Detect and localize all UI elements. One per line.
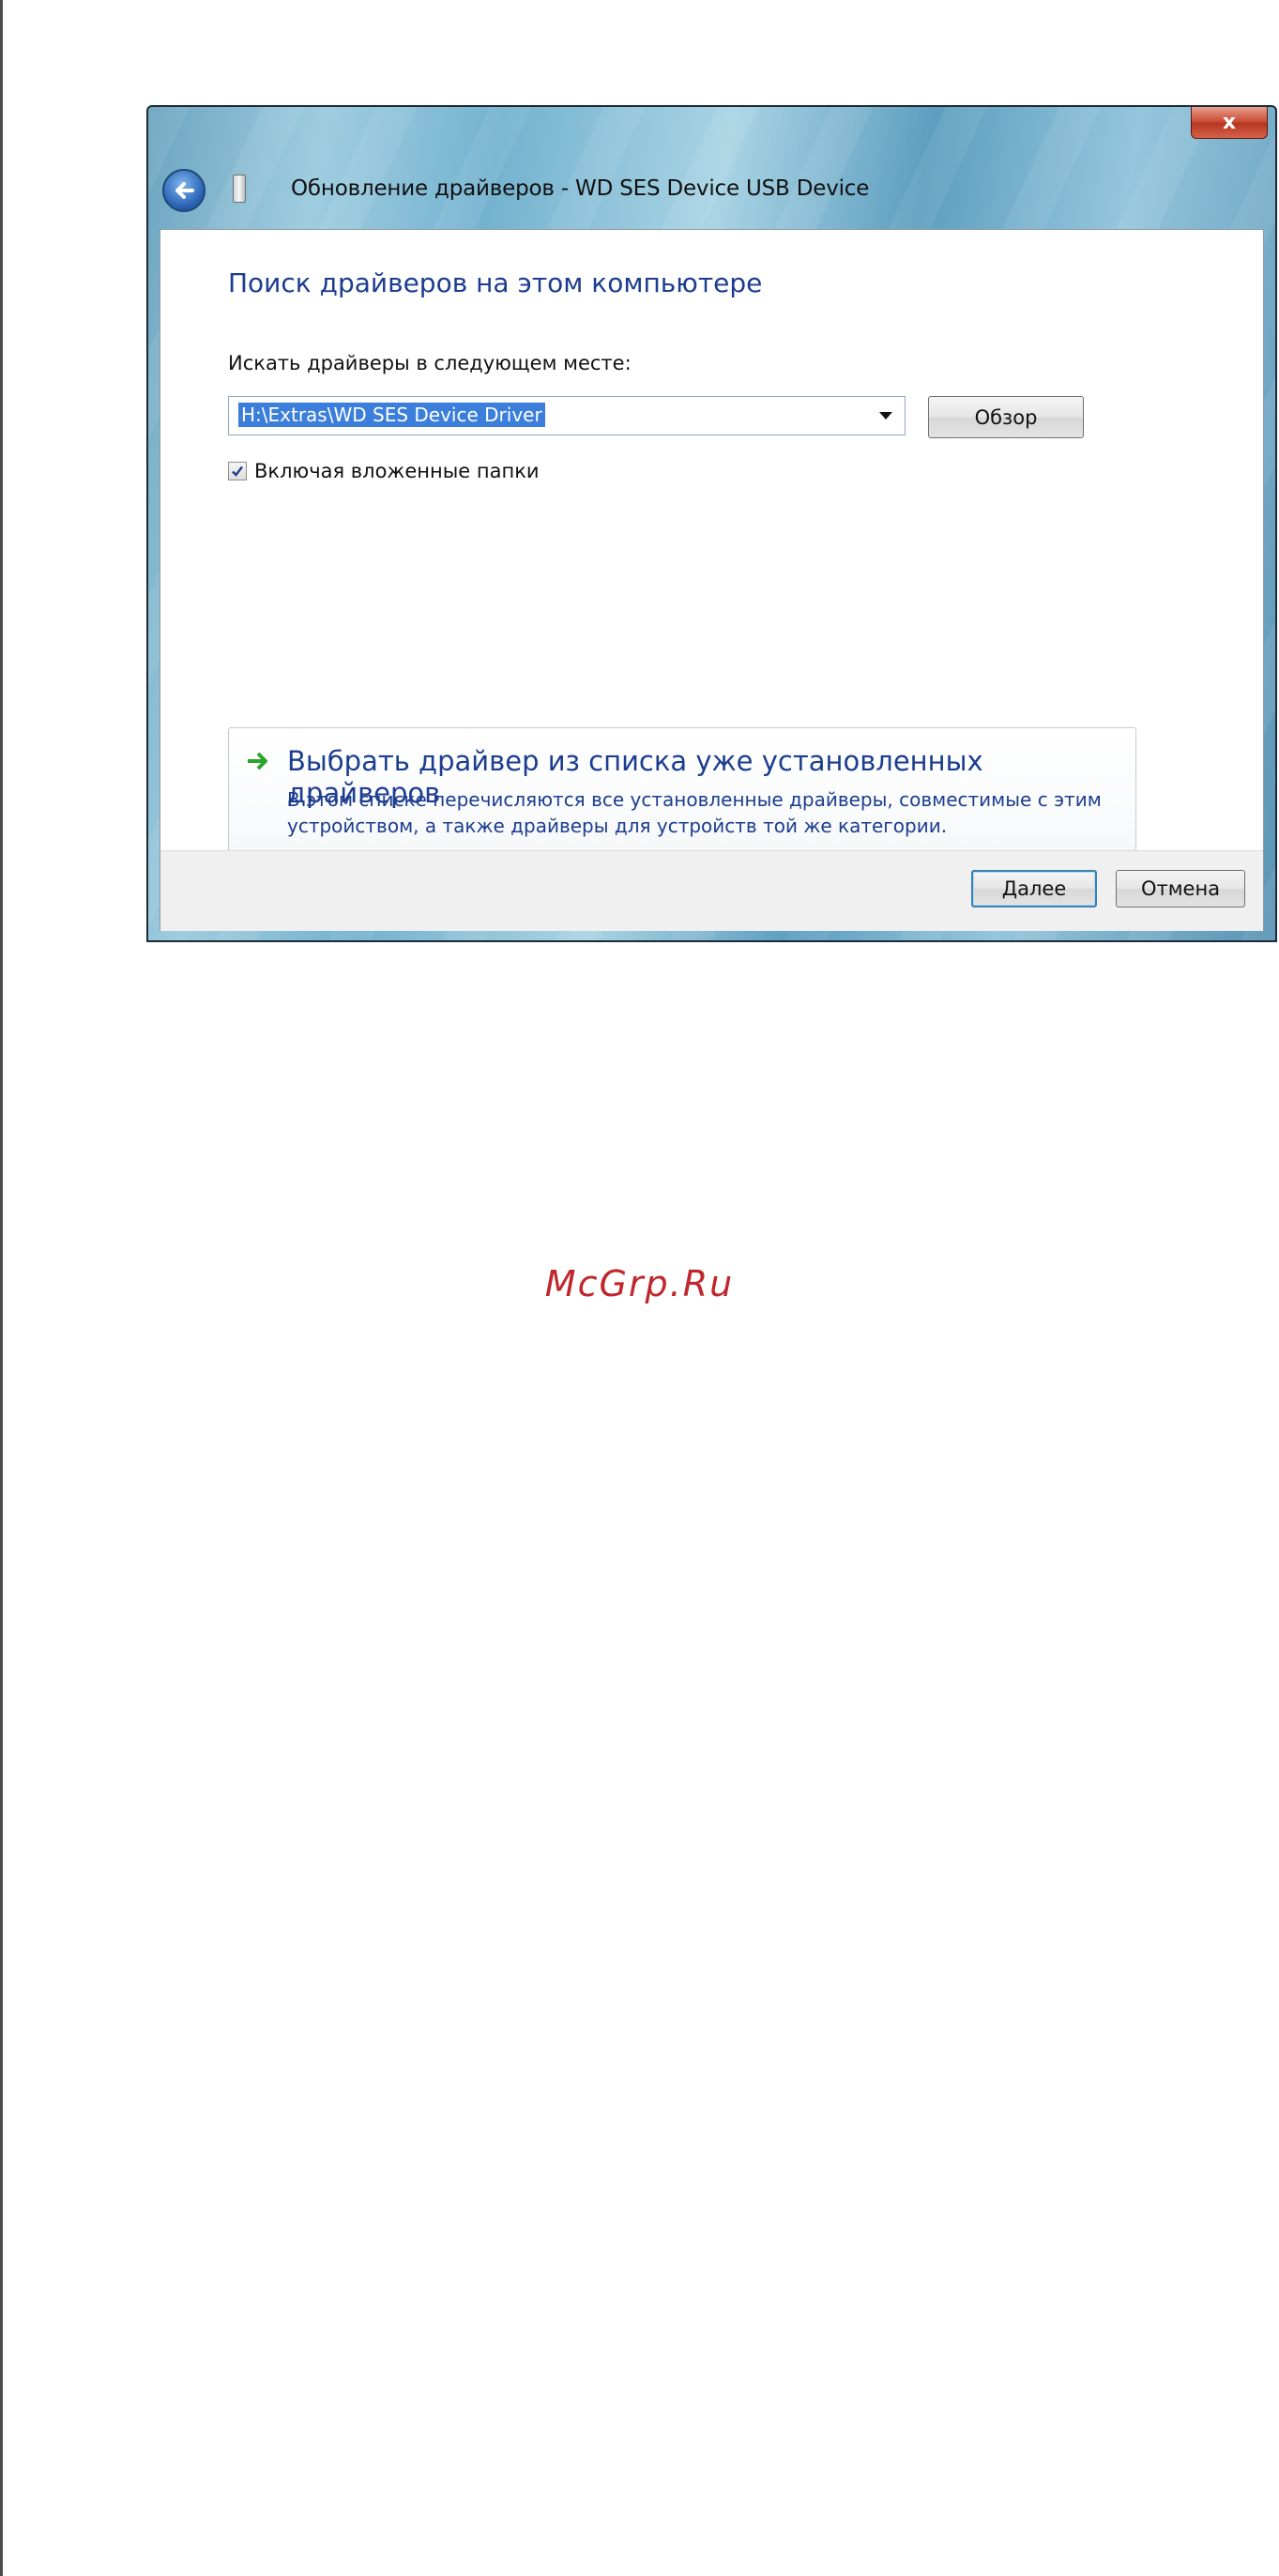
- dropdown-arrow-icon[interactable]: [871, 401, 901, 431]
- close-button[interactable]: x: [1191, 107, 1268, 139]
- include-subfolders-label[interactable]: Включая вложенные папки: [254, 460, 540, 482]
- green-arrow-icon: [248, 752, 267, 770]
- back-arrow-icon: [175, 182, 194, 199]
- usb-device-icon: [233, 175, 246, 203]
- back-button[interactable]: [162, 169, 206, 212]
- dialog-footer: Далее Отмена: [160, 850, 1263, 931]
- cancel-button[interactable]: Отмена: [1116, 870, 1245, 907]
- pick-option-description: В этом списке перечисляются все установл…: [287, 788, 1102, 837]
- driver-path-value[interactable]: H:\Extras\WD SES Device Driver: [238, 403, 545, 427]
- dialog-content: Поиск драйверов на этом компьютере Искат…: [160, 229, 1264, 931]
- window-title: Обновление драйверов - WD SES Device USB…: [291, 176, 870, 201]
- browse-button[interactable]: Обзор: [928, 396, 1084, 438]
- include-subfolders-row: Включая вложенные папки: [228, 460, 540, 482]
- driver-path-combobox[interactable]: H:\Extras\WD SES Device Driver: [228, 396, 906, 435]
- include-subfolders-checkbox[interactable]: [228, 462, 247, 480]
- driver-update-window: x Обновление драйверов - WD SES Device U…: [146, 105, 1277, 942]
- page-heading: Поиск драйверов на этом компьютере: [228, 267, 763, 298]
- next-button[interactable]: Далее: [971, 870, 1097, 907]
- search-location-label: Искать драйверы в следующем месте:: [228, 352, 632, 374]
- watermark-text: McGrp.Ru: [544, 1263, 735, 1304]
- checkmark-icon: [232, 465, 243, 477]
